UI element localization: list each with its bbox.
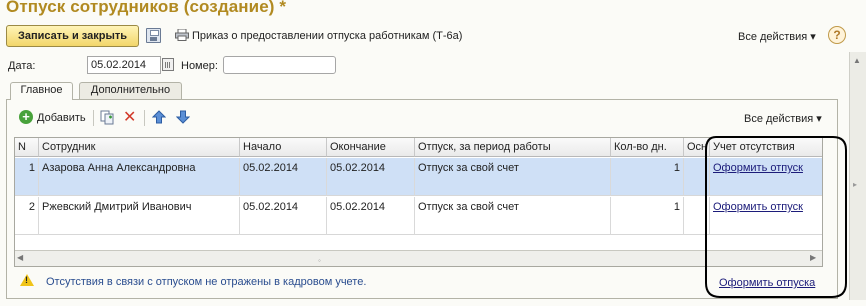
print-order-button[interactable]: Приказ о предоставлении отпуска работник… bbox=[192, 30, 462, 42]
employee-cell[interactable]: Ржевский Дмитрий Иванович bbox=[39, 197, 240, 235]
move-down-icon[interactable] bbox=[176, 110, 190, 124]
scroll-right-arrow-icon[interactable]: ▶ bbox=[810, 253, 816, 262]
toolbar-divider bbox=[144, 110, 145, 126]
column-header-employee[interactable]: Сотрудник bbox=[39, 138, 240, 157]
move-up-icon[interactable] bbox=[152, 110, 166, 124]
days-cell[interactable]: 1 bbox=[611, 158, 684, 196]
days-cell[interactable]: 1 bbox=[611, 197, 684, 235]
page-title: Отпуск сотрудников (создание) * bbox=[6, 0, 287, 16]
tab-main[interactable]: Главное bbox=[10, 82, 73, 100]
register-vacations-link[interactable]: Оформить отпуска bbox=[719, 277, 815, 289]
calendar-icon[interactable] bbox=[162, 58, 174, 71]
scroll-thumb-grip-icon[interactable]: ◦ bbox=[318, 256, 321, 265]
number-label: Номер: bbox=[181, 60, 218, 72]
printer-icon[interactable] bbox=[175, 29, 189, 41]
scroll-up-arrow-icon[interactable]: ▲ bbox=[853, 56, 861, 65]
column-header-basis[interactable]: Осн bbox=[684, 138, 710, 157]
delete-icon[interactable]: ✕ bbox=[123, 107, 136, 127]
table-row[interactable]: 1 Азарова Анна Александровна 05.02.2014 … bbox=[15, 158, 822, 196]
horizontal-scrollbar[interactable] bbox=[15, 250, 822, 266]
column-header-absence[interactable]: Учет отсутствия bbox=[710, 138, 822, 157]
column-header-days[interactable]: Кол-во дн. bbox=[611, 138, 684, 157]
vacation-type-cell[interactable]: Отпуск за свой счет bbox=[415, 197, 611, 235]
scroll-thumb-grip-icon[interactable]: ▸ bbox=[853, 180, 857, 189]
warning-exclamation-icon: ! bbox=[25, 275, 28, 285]
end-date-cell[interactable]: 05.02.2014 bbox=[327, 197, 415, 235]
scroll-left-arrow-icon[interactable]: ◀ bbox=[17, 253, 23, 262]
start-date-cell[interactable]: 05.02.2014 bbox=[240, 197, 327, 235]
toolbar-divider bbox=[93, 110, 94, 126]
basis-cell[interactable] bbox=[684, 197, 710, 235]
vertical-scrollbar[interactable] bbox=[849, 52, 866, 306]
column-header-end[interactable]: Окончание bbox=[327, 138, 415, 157]
add-button[interactable]: Добавить bbox=[37, 112, 86, 124]
start-date-cell[interactable]: 05.02.2014 bbox=[240, 158, 327, 196]
register-vacation-link[interactable]: Оформить отпуск bbox=[710, 197, 822, 235]
employee-cell[interactable]: Азарова Анна Александровна bbox=[39, 158, 240, 196]
all-actions-menu[interactable]: Все действия ▾ bbox=[738, 30, 816, 43]
date-field[interactable]: 05.02.2014 bbox=[87, 56, 161, 74]
table-all-actions-menu[interactable]: Все действия ▾ bbox=[744, 112, 822, 125]
column-header-vacation[interactable]: Отпуск, за период работы bbox=[415, 138, 611, 157]
vacation-type-cell[interactable]: Отпуск за свой счет bbox=[415, 158, 611, 196]
column-header-start[interactable]: Начало bbox=[240, 138, 327, 157]
table-row[interactable]: 2 Ржевский Дмитрий Иванович 05.02.2014 0… bbox=[15, 197, 822, 235]
bottom-edge bbox=[0, 300, 866, 306]
column-header-n[interactable]: N bbox=[15, 138, 39, 157]
row-number: 1 bbox=[15, 158, 39, 196]
save-and-close-button[interactable]: Записать и закрыть bbox=[6, 25, 139, 47]
copy-icon[interactable] bbox=[100, 110, 115, 125]
tab-additional[interactable]: Дополнительно bbox=[79, 82, 182, 99]
end-date-cell[interactable]: 05.02.2014 bbox=[327, 158, 415, 196]
help-icon[interactable]: ? bbox=[828, 26, 846, 44]
warning-message: Отсутствия в связи с отпуском не отражен… bbox=[46, 276, 367, 288]
date-label: Дата: bbox=[8, 60, 36, 72]
number-field[interactable] bbox=[223, 56, 336, 74]
employees-table: N Сотрудник Начало Окончание Отпуск, за … bbox=[14, 137, 823, 267]
save-disk-icon[interactable] bbox=[146, 28, 161, 43]
basis-cell[interactable] bbox=[684, 158, 710, 196]
row-number: 2 bbox=[15, 197, 39, 235]
register-vacation-link[interactable]: Оформить отпуск bbox=[710, 158, 822, 196]
add-icon[interactable]: + bbox=[19, 110, 33, 124]
